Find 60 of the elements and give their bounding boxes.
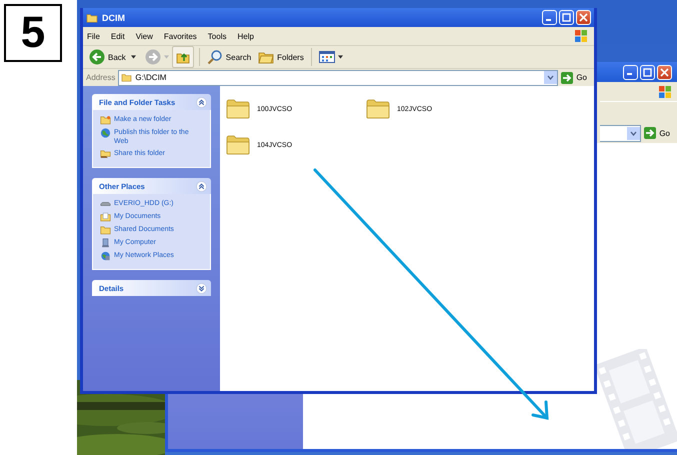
documents-folder-icon — [100, 212, 111, 222]
windows-flag-icon — [658, 84, 672, 98]
folder-icon — [121, 73, 132, 82]
menu-item[interactable]: Favorites — [164, 32, 197, 40]
maximize-button[interactable] — [640, 64, 655, 80]
menu-item[interactable]: View — [136, 32, 153, 40]
maximize-icon — [643, 68, 652, 76]
close-icon — [660, 68, 669, 76]
dropdown-button[interactable] — [544, 71, 558, 84]
caret-icon[interactable] — [130, 55, 136, 59]
address-text: G:\DCIM — [135, 73, 166, 82]
window-title: DCIM — [102, 12, 125, 22]
maximize-icon — [562, 13, 571, 22]
arrow-right-icon — [644, 127, 656, 139]
computer-icon — [100, 238, 111, 248]
new-folder-icon — [100, 115, 111, 125]
address-field[interactable]: G:\DCIM — [118, 70, 558, 86]
caret-icon — [338, 55, 343, 59]
shared-folder-icon — [100, 149, 111, 159]
collapse-icon[interactable] — [196, 180, 207, 192]
close-icon — [579, 13, 588, 22]
drive-icon — [100, 199, 111, 209]
go-button[interactable]: Go — [644, 127, 674, 139]
maximize-button[interactable] — [559, 10, 574, 25]
step-number: 5 — [4, 4, 62, 62]
menu-item[interactable]: Help — [237, 32, 254, 40]
address-field[interactable] — [600, 124, 642, 142]
folder-icon[interactable] — [226, 98, 250, 120]
arrow-right-icon — [561, 72, 574, 84]
minimize-icon — [546, 18, 551, 20]
folder-icon[interactable] — [226, 134, 250, 156]
minimize-button[interactable] — [623, 64, 638, 80]
back-button[interactable]: Back — [87, 49, 128, 65]
go-button[interactable]: Go — [561, 72, 591, 84]
folder-icon — [86, 12, 98, 22]
menu-item[interactable]: File — [87, 32, 100, 40]
chevron-down-icon — [547, 75, 554, 80]
menu-item[interactable]: Edit — [110, 32, 125, 40]
chevron-down-icon — [630, 130, 638, 136]
views-button[interactable] — [316, 51, 345, 63]
folder-icon — [100, 225, 111, 235]
folders-button[interactable]: Folders — [256, 50, 306, 64]
close-button[interactable] — [657, 64, 672, 80]
address-label: Address — [86, 73, 116, 82]
minimize-icon — [627, 73, 632, 75]
windows-flag-icon — [574, 29, 588, 43]
search-button[interactable]: Search — [204, 49, 254, 65]
folder-icon[interactable] — [366, 98, 390, 120]
up-folder-button[interactable] — [172, 46, 194, 68]
globe-icon — [100, 128, 111, 138]
folder-icon — [258, 50, 274, 64]
minimize-button[interactable] — [542, 10, 557, 25]
views-icon — [318, 51, 335, 63]
network-icon — [100, 251, 111, 261]
expand-icon[interactable] — [196, 282, 207, 294]
menu-item[interactable]: Tools — [208, 32, 226, 40]
collapse-icon[interactable] — [196, 96, 207, 108]
search-icon — [206, 49, 223, 65]
dropdown-button[interactable] — [627, 126, 640, 140]
close-button[interactable] — [576, 10, 591, 25]
